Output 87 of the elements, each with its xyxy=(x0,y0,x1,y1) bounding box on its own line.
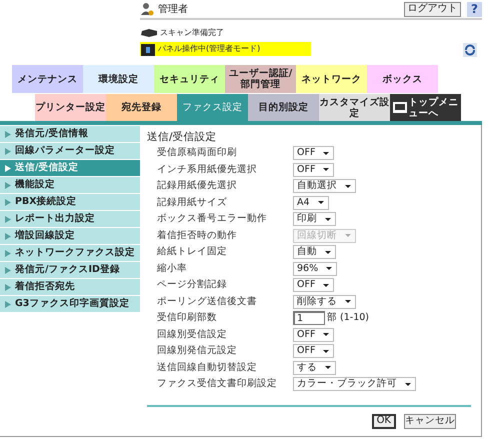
setting-label: 送信回線自動切替設定 xyxy=(156,360,258,375)
caret-icon xyxy=(326,267,332,270)
dropdown[interactable]: 自動選択 xyxy=(293,179,356,194)
setting-label: ファクス受信文書印刷設定 xyxy=(156,377,278,392)
caret-icon xyxy=(325,250,331,254)
dropdown[interactable]: OFF xyxy=(293,344,334,358)
caret-icon xyxy=(345,300,351,304)
dropdown[interactable]: 自動 xyxy=(293,245,336,260)
sidebar-item[interactable]: 増設回線設定 xyxy=(0,228,140,244)
menu-tab[interactable]: ネットワーク xyxy=(296,65,367,93)
setting-label: 回線別発信元設定 xyxy=(156,344,238,358)
sidebar-item[interactable]: レポート出力設定 xyxy=(0,211,140,227)
admin-user-icon xyxy=(140,2,154,16)
setting-label: 着信拒否時の動作 xyxy=(156,228,238,243)
panel-status: パネル操作中(管理者モード) xyxy=(158,43,260,55)
triangle-icon xyxy=(5,182,11,188)
setting-label: 給紙トレイ固定 xyxy=(156,245,228,260)
settings-tab[interactable]: 目的別設定 xyxy=(248,94,319,121)
setting-label: ボックス番号エラー動作 xyxy=(156,212,268,226)
caret-icon xyxy=(323,168,330,172)
dropdown[interactable]: 96% xyxy=(293,262,338,276)
caret-icon xyxy=(318,201,324,204)
sidebar-item[interactable]: G3ファクス印字画質設定 xyxy=(0,296,140,312)
triangle-icon xyxy=(5,232,11,240)
caret-icon xyxy=(325,218,331,221)
section-title: 送信/受信設定 xyxy=(147,130,218,145)
scan-status: スキャン準備完了 xyxy=(160,27,224,39)
sidebar-item[interactable]: 発信元/受信情報 xyxy=(0,126,140,142)
input-field[interactable]: 1 xyxy=(293,311,325,326)
dropdown[interactable]: 印刷 xyxy=(293,212,336,226)
caret-icon xyxy=(323,284,330,287)
dropdown[interactable]: A4 xyxy=(293,196,329,210)
monitor-icon xyxy=(392,102,406,113)
menu-tab[interactable]: セキュリティ xyxy=(154,65,225,93)
settings-tab[interactable]: トップメニューへ xyxy=(390,94,461,121)
setting-label: 縮小率 xyxy=(156,262,188,276)
triangle-icon xyxy=(5,216,11,222)
sidebar-item[interactable]: 回線パラメーター設定 xyxy=(0,143,140,159)
triangle-icon xyxy=(5,164,11,172)
caret-icon xyxy=(323,152,330,155)
setting-label: 受信原稿両面印刷 xyxy=(156,146,238,160)
setting-label: インチ系用紙優先選択 xyxy=(156,162,258,177)
menu-tab[interactable]: メンテナンス xyxy=(12,65,83,93)
triangle-icon xyxy=(5,266,11,274)
logout-button[interactable]: ログアウト xyxy=(404,2,461,16)
setting-label: 回線別受信設定 xyxy=(156,328,228,342)
settings-tab[interactable]: カスタマイズ設定 xyxy=(319,94,390,121)
settings-tab[interactable]: プリンター設定 xyxy=(35,94,106,121)
sidebar-item[interactable]: 発信元/ファクスID登録 xyxy=(0,262,140,278)
caret-icon xyxy=(323,350,330,353)
dropdown[interactable]: OFF xyxy=(293,328,334,342)
user-role: 管理者 xyxy=(158,2,188,16)
caret-icon xyxy=(345,234,351,238)
cancel-button[interactable]: キャンセル xyxy=(404,414,456,428)
dropdown[interactable]: OFF xyxy=(293,278,334,292)
setting-label: ポーリング送信後文書 xyxy=(156,294,258,309)
dropdown[interactable]: OFF xyxy=(293,146,334,160)
setting-label: ページ分割記録 xyxy=(156,278,228,292)
triangle-icon xyxy=(5,198,11,206)
dropdown[interactable]: する xyxy=(293,360,336,375)
sidebar-item[interactable]: ネットワークファクス設定 xyxy=(0,245,140,261)
menu-tab[interactable]: 環境設定 xyxy=(83,65,154,93)
dropdown[interactable]: OFF xyxy=(293,162,334,177)
caret-icon xyxy=(405,382,411,386)
setting-label: 記録用紙サイズ xyxy=(156,196,228,210)
range-hint: 部 (1-10) xyxy=(327,311,369,326)
caret-icon xyxy=(345,184,351,188)
settings-tab[interactable]: 宛先登録 xyxy=(106,94,177,121)
sidebar-item[interactable]: PBX接続設定 xyxy=(0,194,140,210)
triangle-icon xyxy=(5,250,11,256)
triangle-icon xyxy=(5,284,11,290)
caret-icon xyxy=(325,366,331,370)
caret-icon xyxy=(323,333,330,336)
sidebar-item[interactable]: 着信拒否宛先 xyxy=(0,279,140,295)
triangle-icon xyxy=(5,130,11,138)
help-button[interactable]: ? xyxy=(467,2,482,16)
dropdown[interactable]: カラー・ブラック許可 xyxy=(293,377,416,392)
menu-tab[interactable]: ボックス xyxy=(367,65,438,93)
dropdown[interactable]: 削除する xyxy=(293,294,356,309)
triangle-icon xyxy=(5,148,11,154)
menu-tab[interactable]: ユーザー認証/部門管理 xyxy=(225,65,296,93)
setting-label: 記録用紙優先選択 xyxy=(156,179,238,194)
setting-label: 受信印刷部数 xyxy=(156,311,218,326)
ok-button[interactable]: OK xyxy=(372,414,396,428)
sidebar-item[interactable]: 機能設定 xyxy=(0,177,140,193)
triangle-icon xyxy=(5,300,11,308)
refresh-icon[interactable] xyxy=(463,43,477,57)
